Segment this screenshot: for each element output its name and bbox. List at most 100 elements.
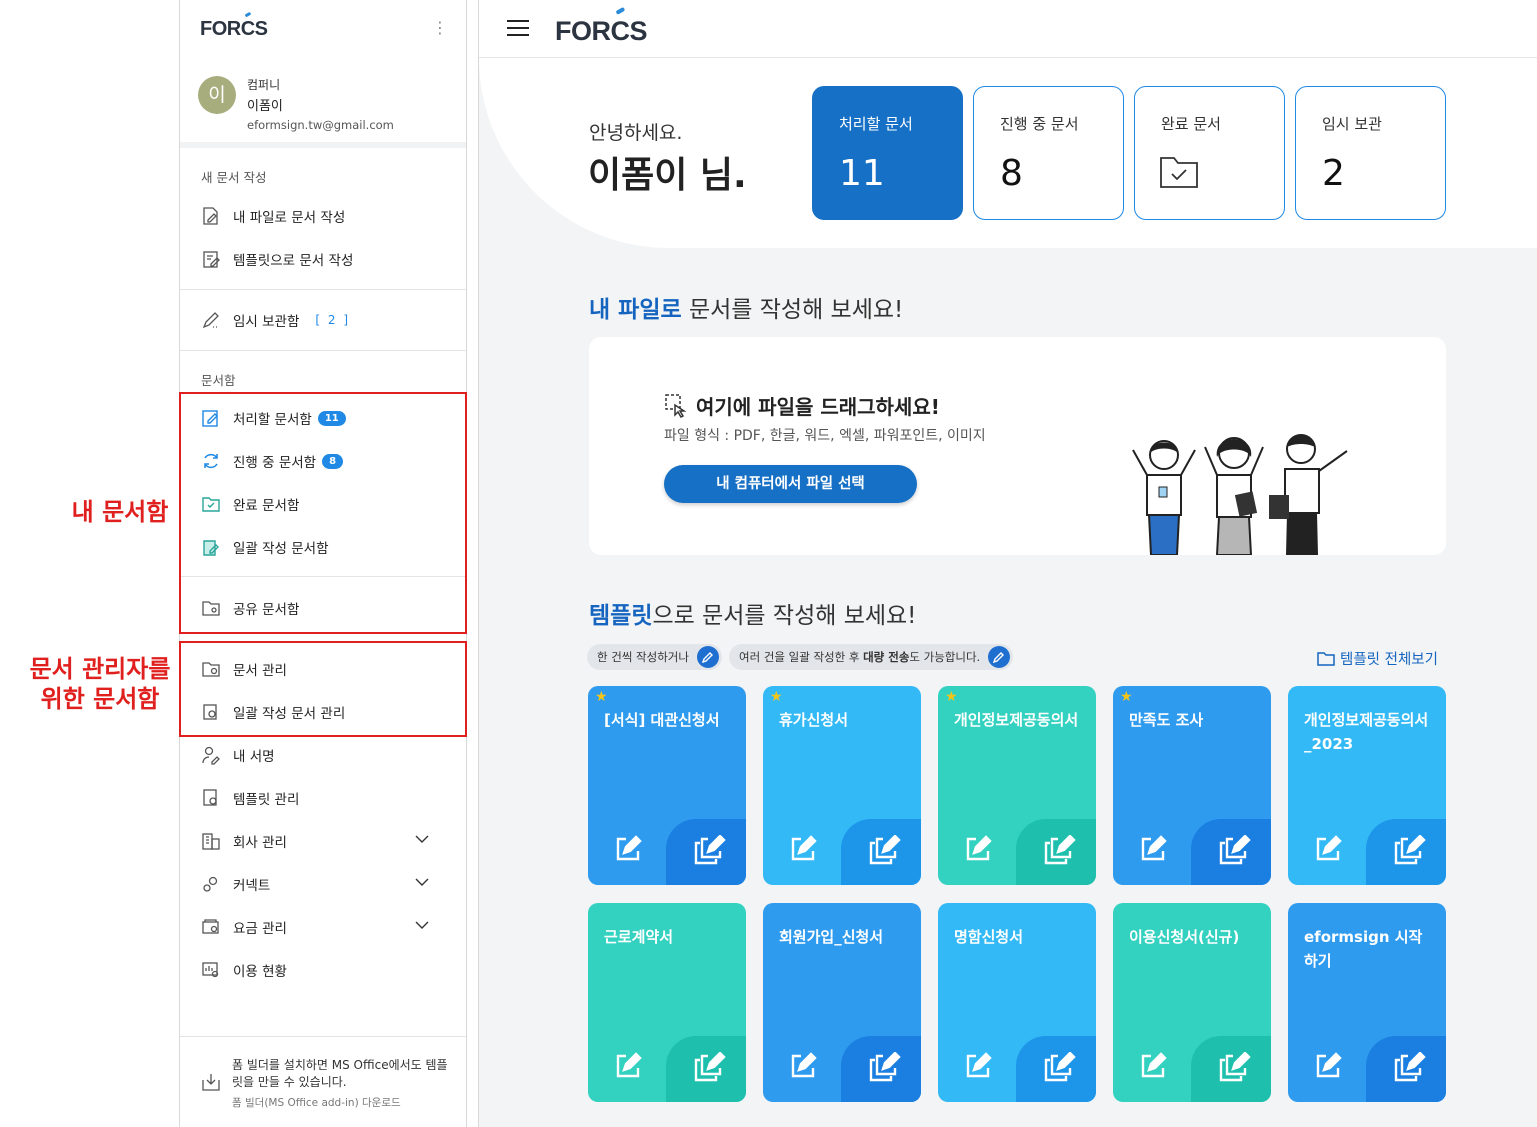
card-todo[interactable]: 처리할 문서 11 (812, 86, 963, 220)
template-card[interactable]: 회원가입_신청서 (763, 903, 921, 1102)
sidebar-item-drafts[interactable]: 임시 보관함 [ 2 ] (200, 307, 350, 333)
write-bulk-icon[interactable] (1044, 1051, 1076, 1086)
favorite-star-icon[interactable]: ★ (595, 689, 608, 705)
write-bulk-icon[interactable] (1219, 834, 1251, 869)
card-label: 처리할 문서 (839, 115, 913, 133)
template-title: 회원가입_신청서 (779, 928, 884, 946)
divider (180, 289, 466, 290)
form-builder-promo[interactable]: 폼 빌더를 설치하면 MS Office에서도 템플릿을 만들 수 있습니다. … (180, 1036, 466, 1127)
write-single-icon[interactable] (964, 1052, 992, 1084)
usage-chart-icon (200, 959, 222, 981)
write-single-icon[interactable] (1314, 835, 1342, 867)
sidebar-item-label: 커넥트 (233, 878, 271, 894)
template-card[interactable]: ★ 휴가신청서 (763, 686, 921, 885)
pencil-icon (200, 309, 222, 331)
chevron-down-icon[interactable] (414, 917, 430, 937)
write-bulk-icon[interactable] (694, 834, 726, 869)
pill-single-text: 한 건씩 작성하거나 (597, 650, 689, 664)
write-single-icon[interactable] (789, 835, 817, 867)
template-edit-icon (200, 248, 222, 270)
write-single-icon[interactable] (1139, 835, 1167, 867)
chevron-down-icon[interactable] (414, 831, 430, 851)
annotation-admin-line2: 위한 문서함 (40, 685, 160, 713)
view-all-templates-link[interactable]: 템플릿 전체보기 (1317, 648, 1438, 669)
card-label: 진행 중 문서 (1000, 115, 1079, 133)
download-icon (200, 1071, 222, 1097)
main-logo[interactable]: FORCS (555, 16, 648, 47)
write-bulk-icon[interactable] (869, 834, 901, 869)
card-completed[interactable]: 완료 문서 (1134, 86, 1285, 220)
write-single-icon[interactable] (964, 835, 992, 867)
sidebar-item-template-write[interactable]: 템플릿으로 문서 작성 (200, 246, 353, 272)
template-card[interactable]: ★ 만족도 조사 (1113, 686, 1271, 885)
user-sign-icon (200, 744, 222, 766)
template-card[interactable]: 근로계약서 (588, 903, 746, 1102)
card-label: 완료 문서 (1161, 115, 1221, 133)
hamburger-menu-icon[interactable] (507, 20, 529, 38)
template-card[interactable]: 명함신청서 (938, 903, 1096, 1102)
chevron-down-icon[interactable] (414, 874, 430, 894)
write-bulk-icon[interactable] (1394, 834, 1426, 869)
sidebar-logo[interactable]: FORCS (200, 18, 268, 41)
sidebar-item-usage[interactable]: 이용 현황 (200, 957, 287, 983)
sidebar-item-billing[interactable]: 요금 관리 (200, 914, 450, 940)
write-single-icon[interactable] (614, 1052, 642, 1084)
write-bulk-icon[interactable] (1044, 834, 1076, 869)
edit-icon (696, 646, 719, 668)
template-title: 근로계약서 (604, 928, 674, 946)
write-single-icon[interactable] (614, 835, 642, 867)
greeting: 안녕하세요. (589, 122, 683, 144)
bulk-edit-icon (988, 646, 1011, 668)
card-drafts[interactable]: 임시 보관 2 (1295, 86, 1446, 220)
profile-company: 컴퍼니 (247, 78, 281, 92)
user-greeting-name: 이폼이 님. (588, 155, 747, 196)
sidebar-item-label: 요금 관리 (233, 921, 287, 937)
choose-file-button[interactable]: 내 컴퓨터에서 파일 선택 (664, 465, 917, 503)
pill-bulk-pre: 여러 건을 일괄 작성한 후 (739, 650, 864, 664)
write-single-icon[interactable] (789, 1052, 817, 1084)
template-section-highlight: 템플릿 (589, 603, 653, 629)
sidebar-item-label: 임시 보관함 (233, 314, 300, 330)
file-drop-zone[interactable]: 여기에 파일을 드래그하세요! 파일 형식 : PDF, 한글, 워드, 엑셀,… (589, 337, 1446, 556)
write-single-icon[interactable] (1314, 1052, 1342, 1084)
admin-docbox-highlight (179, 641, 467, 737)
promo-download-link[interactable]: 폼 빌더(MS Office add-in) 다운로드 (232, 1095, 401, 1110)
favorite-star-icon[interactable]: ★ (770, 689, 783, 705)
people-illustration (1119, 425, 1369, 559)
template-section-title: 템플릿으로 문서를 작성해 보세요! (589, 596, 916, 630)
sidebar-item-label: 템플릿 관리 (233, 792, 300, 808)
favorite-star-icon[interactable]: ★ (1120, 689, 1133, 705)
sidebar-item-file-write[interactable]: 내 파일로 문서 작성 (200, 203, 345, 229)
sidebar-item-template-manage[interactable]: 템플릿 관리 (200, 785, 299, 811)
top-bar: FORCS (479, 0, 1537, 58)
template-card[interactable]: 이용신청서(신규) (1113, 903, 1271, 1102)
template-title: 명함신청서 (954, 928, 1024, 946)
sidebar-item-label: 회사 관리 (233, 835, 287, 851)
sidebar-item-company-manage[interactable]: 회사 관리 (200, 828, 450, 854)
more-menu-icon[interactable]: ⋮ (432, 18, 448, 37)
template-card[interactable]: eformsign 시작하기 (1288, 903, 1446, 1102)
sidebar-item-label: 이용 현황 (233, 964, 287, 980)
pill-bulk-bold: 대량 전송 (863, 650, 910, 664)
write-bulk-icon[interactable] (869, 1051, 901, 1086)
card-label: 임시 보관 (1322, 115, 1382, 133)
template-section-rest: 으로 문서를 작성해 보세요! (652, 603, 917, 629)
draft-count: [ 2 ] (315, 313, 351, 327)
template-card[interactable]: ★ 개인정보제공동의서 (938, 686, 1096, 885)
sidebar-item-my-signature[interactable]: 내 서명 (200, 742, 275, 768)
write-bulk-icon[interactable] (694, 1051, 726, 1086)
sidebar-item-connect[interactable]: 커넥트 (200, 871, 450, 897)
card-in-progress[interactable]: 진행 중 문서 8 (973, 86, 1124, 220)
template-title: 만족도 조사 (1129, 711, 1204, 729)
template-card[interactable]: 개인정보제공동의서_2023 (1288, 686, 1446, 885)
write-bulk-icon[interactable] (1394, 1051, 1426, 1086)
avatar[interactable]: 이 (198, 76, 236, 114)
pill-single-write: 한 건씩 작성하거나 (587, 644, 722, 670)
favorite-star-icon[interactable]: ★ (945, 689, 958, 705)
annotation-admin-docbox: 문서 관리자를 위한 문서함 (24, 654, 176, 714)
folder-check-icon (1159, 155, 1199, 193)
write-bulk-icon[interactable] (1219, 1051, 1251, 1086)
template-card[interactable]: ★ [서식] 대관신청서 (588, 686, 746, 885)
profile-section: 이 컴퍼니 이폼이 eformsign.tw@gmail.com (180, 60, 466, 148)
write-single-icon[interactable] (1139, 1052, 1167, 1084)
